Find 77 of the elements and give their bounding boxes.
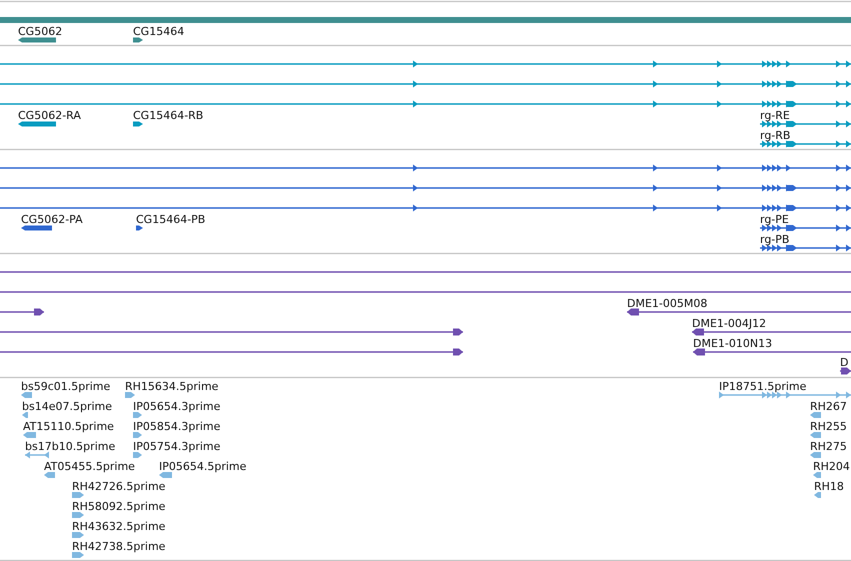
feature-label: DME1-004J12 [692,317,766,330]
clone-glyph[interactable] [692,328,851,336]
feature-label: IP05754.3prime [133,440,220,453]
feature-label: IP05654.3prime [133,400,220,413]
feature-label: RH255 [810,420,847,433]
clone-glyph[interactable] [693,348,851,356]
feature-label: DME1-010N13 [693,337,772,350]
est-glyph[interactable] [72,512,84,518]
transcript-glyph[interactable] [0,164,851,172]
est-glyph[interactable] [133,432,142,438]
transcript-glyph[interactable] [136,226,143,230]
est-glyph[interactable] [159,472,172,478]
est-glyph[interactable] [813,472,821,478]
transcript-glyph[interactable] [0,204,851,212]
est-glyph[interactable] [72,532,84,538]
transcript-glyph[interactable] [760,224,851,232]
feature-label: RH42738.5prime [72,540,166,553]
transcript-glyph[interactable] [0,100,851,108]
transcript-glyph[interactable] [760,140,851,148]
clone-glyph[interactable] [627,308,851,316]
est-glyph[interactable] [72,492,84,498]
feature-label: CG5062-PA [21,213,83,226]
gene-glyph[interactable] [133,38,143,42]
est-glyph[interactable] [810,432,821,438]
transcript-glyph[interactable] [0,184,851,192]
feature-label: RH58092.5prime [72,500,166,513]
transcript-glyph[interactable] [133,122,143,126]
est-glyph[interactable] [133,412,142,418]
feature-label: RH15634.5prime [125,380,218,393]
feature-label: rg-PE [760,213,789,226]
clone-glyph[interactable] [0,348,463,356]
est-glyph[interactable] [125,392,135,398]
feature-label: AT05455.5prime [44,460,135,473]
feature-label: bs14e07.5prime [22,400,112,413]
est-glyph[interactable] [810,412,821,418]
gene-glyph[interactable] [18,38,56,42]
feature-label: CG5062-RA [18,109,81,122]
feature-label: RH275 [810,440,847,453]
feature-label: CG15464-PB [136,213,206,226]
feature-label: RH42726.5prime [72,480,166,493]
est-glyph[interactable] [719,392,851,398]
feature-label: IP18751.5prime [719,380,806,393]
feature-label: bs17b10.5prime [25,440,116,453]
clone-glyph[interactable] [0,328,463,336]
feature-label: rg-PB [760,233,790,246]
feature-label: RH267 [810,400,847,413]
feature-label: rg-RE [760,109,790,122]
feature-label: RH204 [813,460,850,473]
feature-label: bs59c01.5prime [21,380,110,393]
feature-label: DME1-005M08 [627,297,708,310]
feature-label: IP05854.3prime [133,420,220,433]
transcript-glyph[interactable] [21,226,52,230]
est-glyph[interactable] [22,412,28,418]
transcript-glyph[interactable] [0,60,851,68]
est-glyph[interactable] [72,552,84,558]
feature-label: AT15110.5prime [23,420,114,433]
transcript-glyph[interactable] [18,122,56,126]
feature-label: CG5062 [18,25,62,38]
feature-label: rg-RB [760,129,790,142]
feature-label: D [840,356,848,369]
feature-label: CG15464 [133,25,184,38]
feature-label: IP05654.5prime [159,460,246,473]
transcript-glyph[interactable] [0,80,851,88]
clone-glyph[interactable] [0,308,44,316]
est-glyph[interactable] [25,452,49,458]
est-glyph[interactable] [133,452,142,458]
est-glyph[interactable] [814,492,821,498]
feature-label: RH43632.5prime [72,520,166,533]
feature-label: CG15464-RB [133,109,204,122]
est-glyph[interactable] [810,452,821,458]
transcript-glyph[interactable] [760,120,851,128]
est-glyph[interactable] [21,392,32,398]
clone-glyph[interactable] [840,368,851,374]
transcript-glyph[interactable] [760,244,851,252]
feature-label: RH18 [814,480,844,493]
est-glyph[interactable] [44,472,55,478]
est-glyph[interactable] [23,432,36,438]
